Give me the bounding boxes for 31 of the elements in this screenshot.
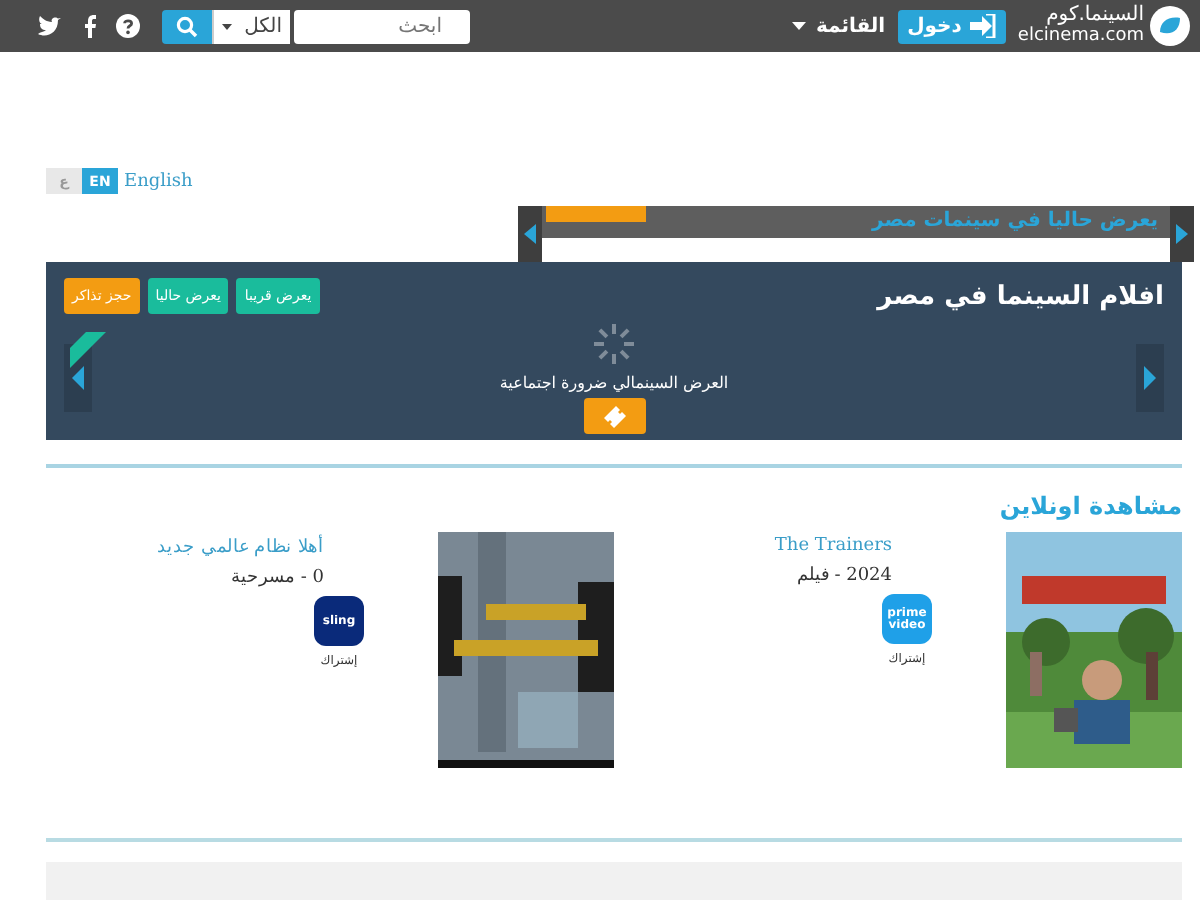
- next-button[interactable]: [1136, 343, 1164, 411]
- ribbon-icon: [70, 332, 106, 368]
- meta-text: 0 - مسرحية: [231, 566, 324, 588]
- left-arrow-icon: [72, 365, 84, 389]
- now-showing-title: يعرض حاليا في سينمات مصر: [872, 210, 1158, 234]
- ticket-icon: [602, 404, 626, 428]
- twitter-icon[interactable]: [36, 15, 62, 37]
- right-arrow-icon[interactable]: [1176, 224, 1188, 244]
- login-button[interactable]: دخول: [897, 9, 1006, 43]
- title-link[interactable]: The Trainers: [774, 536, 892, 556]
- caret-icon: [791, 22, 806, 30]
- title-link[interactable]: أهلا نظام عالمي جديد: [156, 536, 324, 558]
- sign-in-icon: [969, 14, 996, 38]
- section-title: افلام السينما في مصر: [877, 281, 1164, 311]
- search-button[interactable]: [162, 9, 212, 43]
- english-link[interactable]: English: [124, 171, 193, 191]
- help-icon[interactable]: [116, 14, 140, 38]
- menu-button[interactable]: القائمة: [791, 15, 886, 37]
- message-text: العرض السينمالي ضرورة اجتماعية: [499, 374, 729, 392]
- caret-icon: [222, 23, 232, 29]
- meta-text: 2024 - فيلم: [796, 564, 892, 586]
- left-arrow-icon[interactable]: [524, 224, 536, 244]
- section-title: مشاهدة اونلاين: [997, 492, 1182, 520]
- search-field[interactable]: ابحث: [294, 9, 470, 43]
- loading-spinner-icon: [590, 320, 638, 368]
- facebook-icon[interactable]: [80, 14, 98, 38]
- search-icon: [176, 15, 198, 37]
- ticket-button[interactable]: [583, 398, 645, 434]
- right-arrow-icon: [1144, 365, 1156, 389]
- scope-dropdown[interactable]: الكل: [212, 9, 290, 43]
- logo-icon[interactable]: [1150, 6, 1190, 46]
